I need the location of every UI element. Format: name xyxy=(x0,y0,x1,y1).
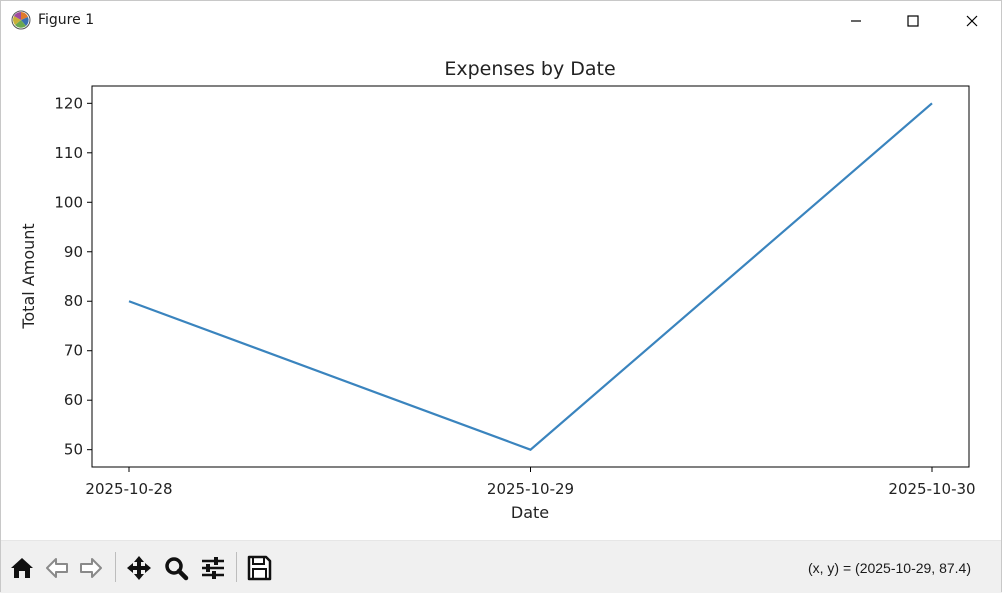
figure-canvas[interactable]: Expenses by Date 50 60 70 80 90 100 110 120 202… xyxy=(1,40,1001,540)
series-group xyxy=(128,102,933,451)
matplotlib-icon xyxy=(11,10,31,30)
x-tick-label: 2025-10-29 xyxy=(487,480,574,498)
maximize-icon xyxy=(907,14,919,27)
y-tick-label: 90 xyxy=(64,243,83,261)
y-tick-label: 50 xyxy=(64,441,83,459)
arrow-right-icon xyxy=(80,558,102,578)
sliders-icon xyxy=(202,557,224,579)
y-tick-label: 70 xyxy=(64,342,83,360)
axes-frame xyxy=(91,85,970,468)
x-axis: 2025-10-28 2025-10-29 2025-10-30 xyxy=(85,467,976,498)
arrow-left-icon xyxy=(46,558,68,578)
zoom-button[interactable] xyxy=(161,553,191,583)
back-button[interactable] xyxy=(42,553,72,583)
pan-button[interactable] xyxy=(124,553,154,583)
x-tick-label: 2025-10-28 xyxy=(85,480,172,498)
y-tick-label: 110 xyxy=(54,144,83,162)
maximize-button[interactable] xyxy=(884,1,942,40)
cursor-coordinates: (x, y) = (2025-10-29, 87.4) xyxy=(807,560,971,576)
configure-subplots-button[interactable] xyxy=(198,553,228,583)
forward-button[interactable] xyxy=(76,553,106,583)
close-icon xyxy=(966,15,978,26)
figure-window: Figure 1 Expenses by Date 50 60 70 80 90 100 1… xyxy=(0,0,1002,593)
y-tick-label: 80 xyxy=(64,292,83,310)
x-tick-label: 2025-10-30 xyxy=(888,480,975,498)
y-tick-label: 60 xyxy=(64,391,83,409)
floppy-icon xyxy=(247,555,272,581)
navigation-toolbar: (x, y) = (2025-10-29, 87.4) xyxy=(1,540,1001,593)
title-bar[interactable]: Figure 1 xyxy=(1,1,1001,40)
y-tick-label: 120 xyxy=(54,94,83,112)
minimize-icon xyxy=(851,19,861,22)
home-icon xyxy=(11,558,33,578)
toolbar-separator xyxy=(115,552,116,582)
window-title: Figure 1 xyxy=(38,12,95,28)
magnifier-icon xyxy=(165,557,189,581)
series-line xyxy=(128,102,933,451)
move-icon xyxy=(127,556,151,580)
minimize-button[interactable] xyxy=(827,1,885,40)
chart-title: Expenses by Date xyxy=(444,58,615,80)
toolbar-separator xyxy=(236,552,237,582)
x-axis-label: Date xyxy=(511,503,549,522)
y-tick-label: 100 xyxy=(54,193,83,211)
close-button[interactable] xyxy=(943,1,1001,40)
y-axis: 50 60 70 80 90 100 110 120 xyxy=(54,94,92,459)
y-axis-label: Total Amount xyxy=(19,223,38,329)
save-button[interactable] xyxy=(244,553,274,583)
line-chart: Expenses by Date 50 60 70 80 90 100 110 120 202… xyxy=(19,58,976,522)
home-button[interactable] xyxy=(7,553,37,583)
